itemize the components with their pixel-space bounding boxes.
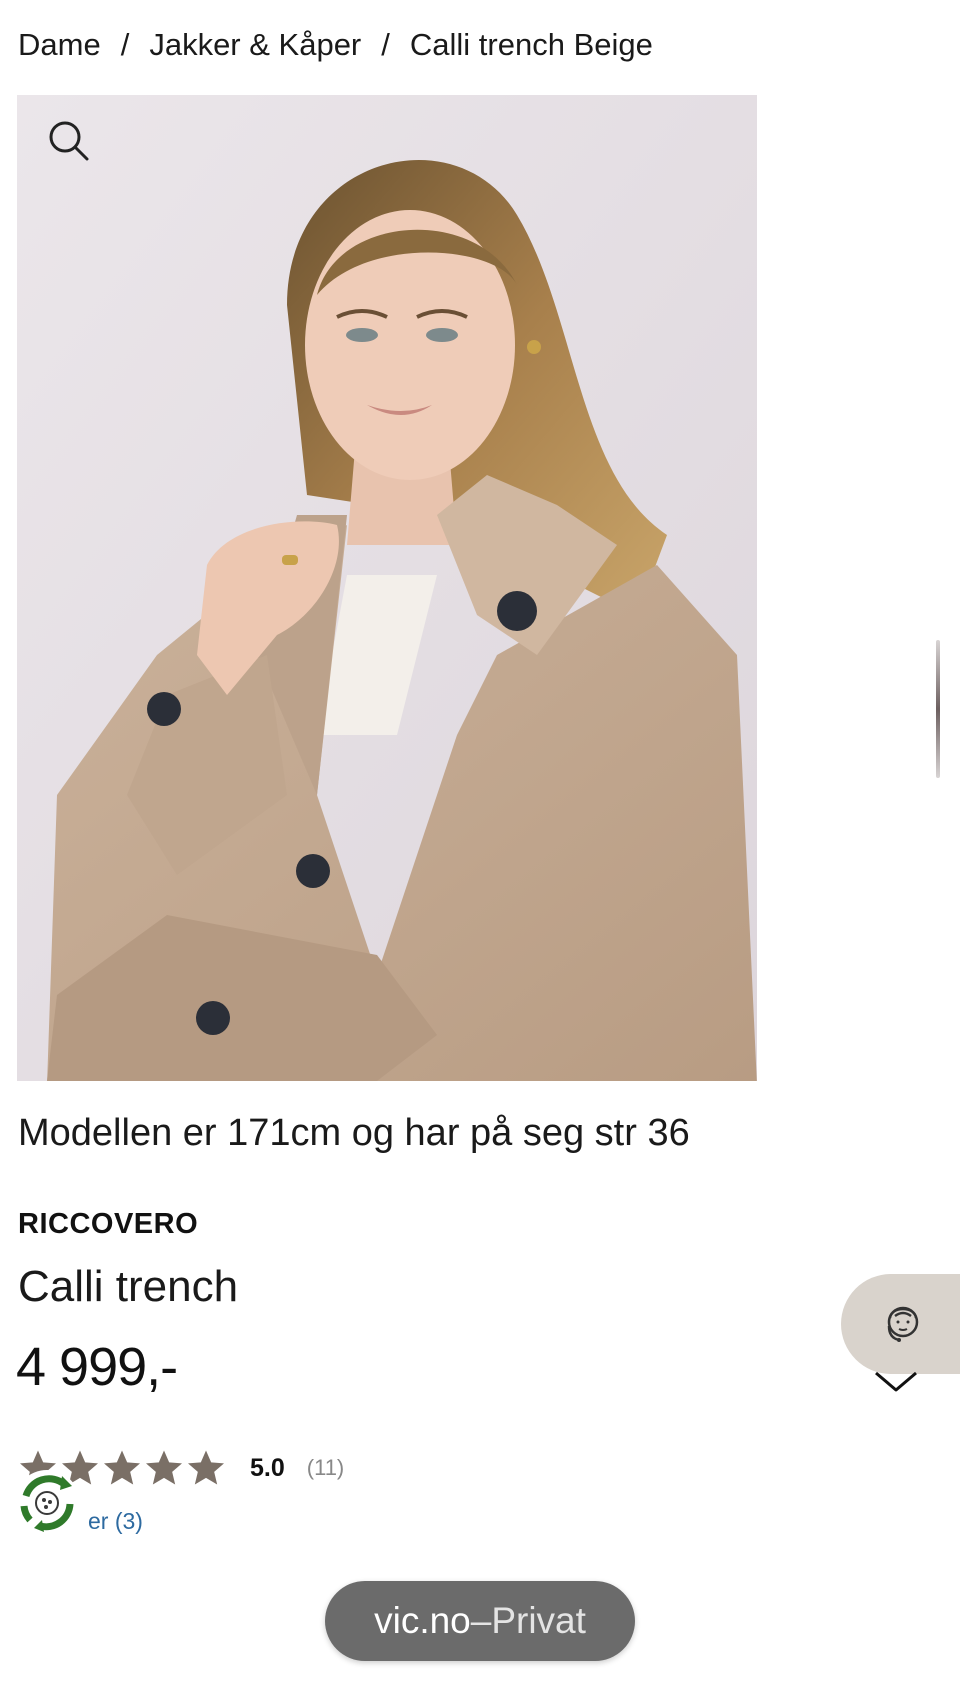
recycle-badge[interactable]	[14, 1470, 80, 1536]
breadcrumb: Dame / Jakker & Kåper / Calli trench Bei…	[18, 22, 653, 68]
star-icon	[104, 1450, 140, 1485]
browser-mode: Privat	[491, 1600, 586, 1641]
star-icon	[188, 1450, 224, 1485]
search-icon	[49, 121, 89, 161]
product-title: Calli trench	[18, 1262, 239, 1311]
breadcrumb-item-jakker-kaper[interactable]: Jakker & Kåper	[149, 27, 361, 63]
rating-count: (11)	[306, 1455, 345, 1480]
product-price: 4 999,-	[16, 1337, 178, 1397]
model-info-text: Modellen er 171cm og har på seg str 36	[18, 1112, 690, 1154]
breadcrumb-item-current: Calli trench Beige	[409, 27, 653, 62]
browser-url-pill[interactable]: vic.no – Privat	[325, 1581, 635, 1661]
rating-value: 5.0	[250, 1453, 285, 1482]
next-image-peek[interactable]	[936, 640, 940, 778]
breadcrumb-separator: /	[120, 27, 130, 62]
recycle-badge-icon	[20, 1475, 74, 1532]
chevron-down-icon[interactable]	[873, 1370, 919, 1399]
zoom-button[interactable]	[45, 117, 93, 165]
product-photo-illustration	[17, 95, 757, 1081]
browser-domain: vic.no	[374, 1600, 471, 1641]
customer-service-icon	[887, 1306, 919, 1342]
breadcrumb-item-dame[interactable]: Dame	[18, 27, 101, 63]
reviews-link[interactable]: er (3)	[88, 1508, 143, 1535]
brand-name[interactable]: RICCOVERO	[18, 1208, 198, 1241]
customer-service-button[interactable]	[841, 1274, 960, 1374]
product-image[interactable]	[17, 95, 757, 1081]
star-icon	[146, 1450, 182, 1485]
breadcrumb-separator: /	[381, 27, 390, 62]
browser-separator: –	[470, 1600, 492, 1641]
